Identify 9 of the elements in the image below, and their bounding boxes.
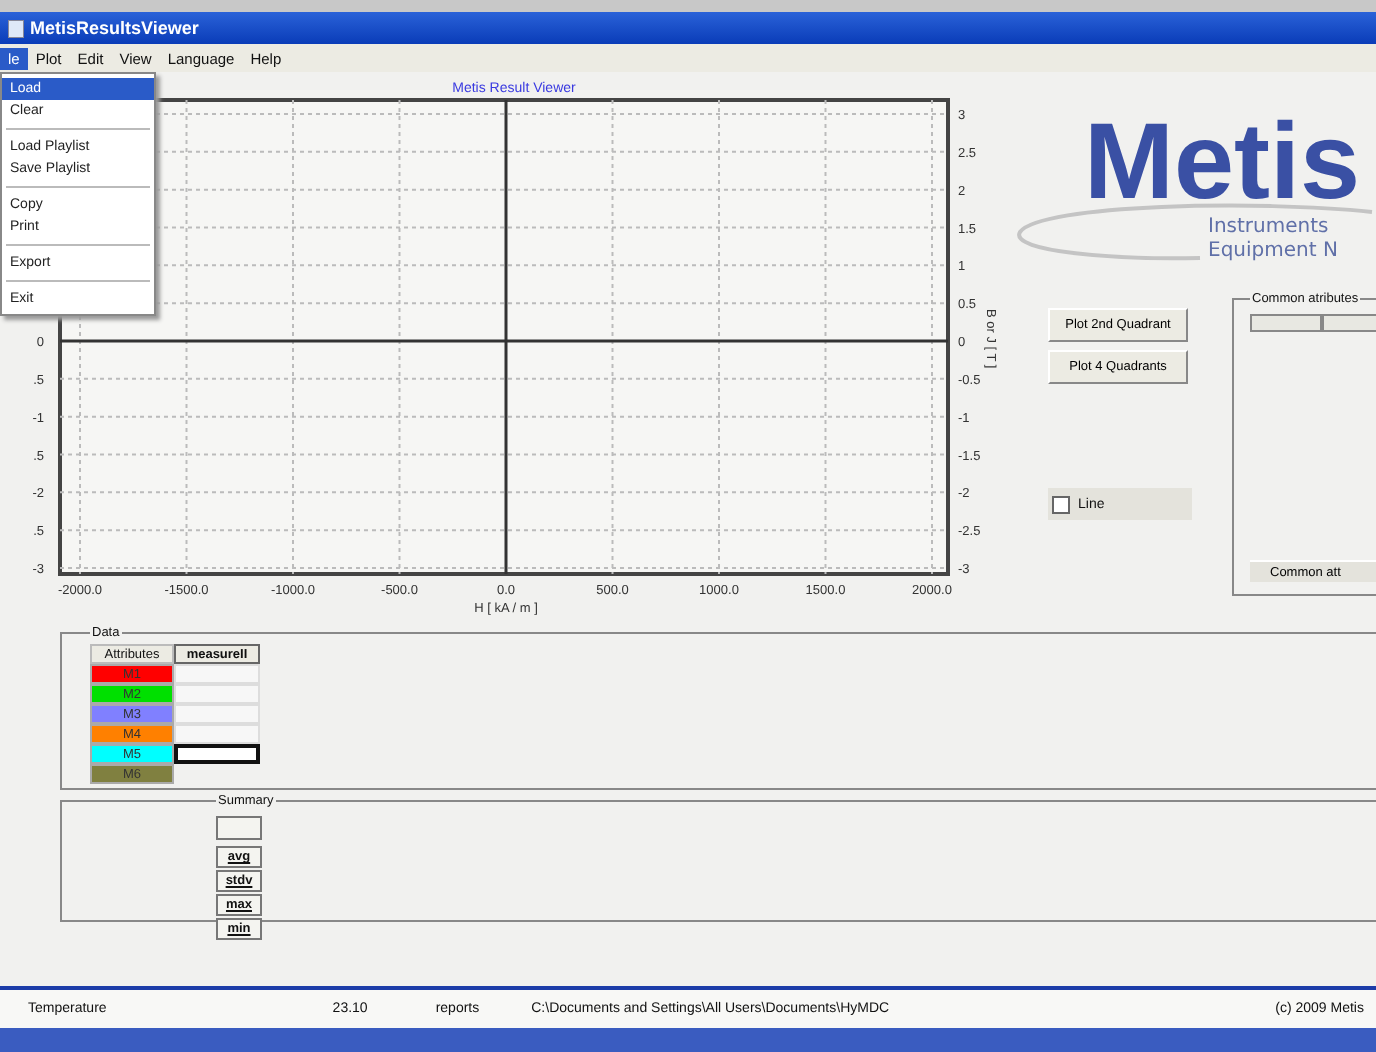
header-cell [216, 816, 262, 840]
logo-name: Metis [1084, 108, 1361, 216]
logo-tagline: Equipment N [1208, 240, 1338, 262]
header-cell [1322, 314, 1376, 332]
header-cell [1250, 314, 1322, 332]
window-title: MetisResultsViewer [30, 18, 199, 38]
table-cell[interactable] [174, 744, 260, 764]
app-icon [8, 19, 24, 37]
logo-tagline: Instruments [1208, 216, 1329, 238]
